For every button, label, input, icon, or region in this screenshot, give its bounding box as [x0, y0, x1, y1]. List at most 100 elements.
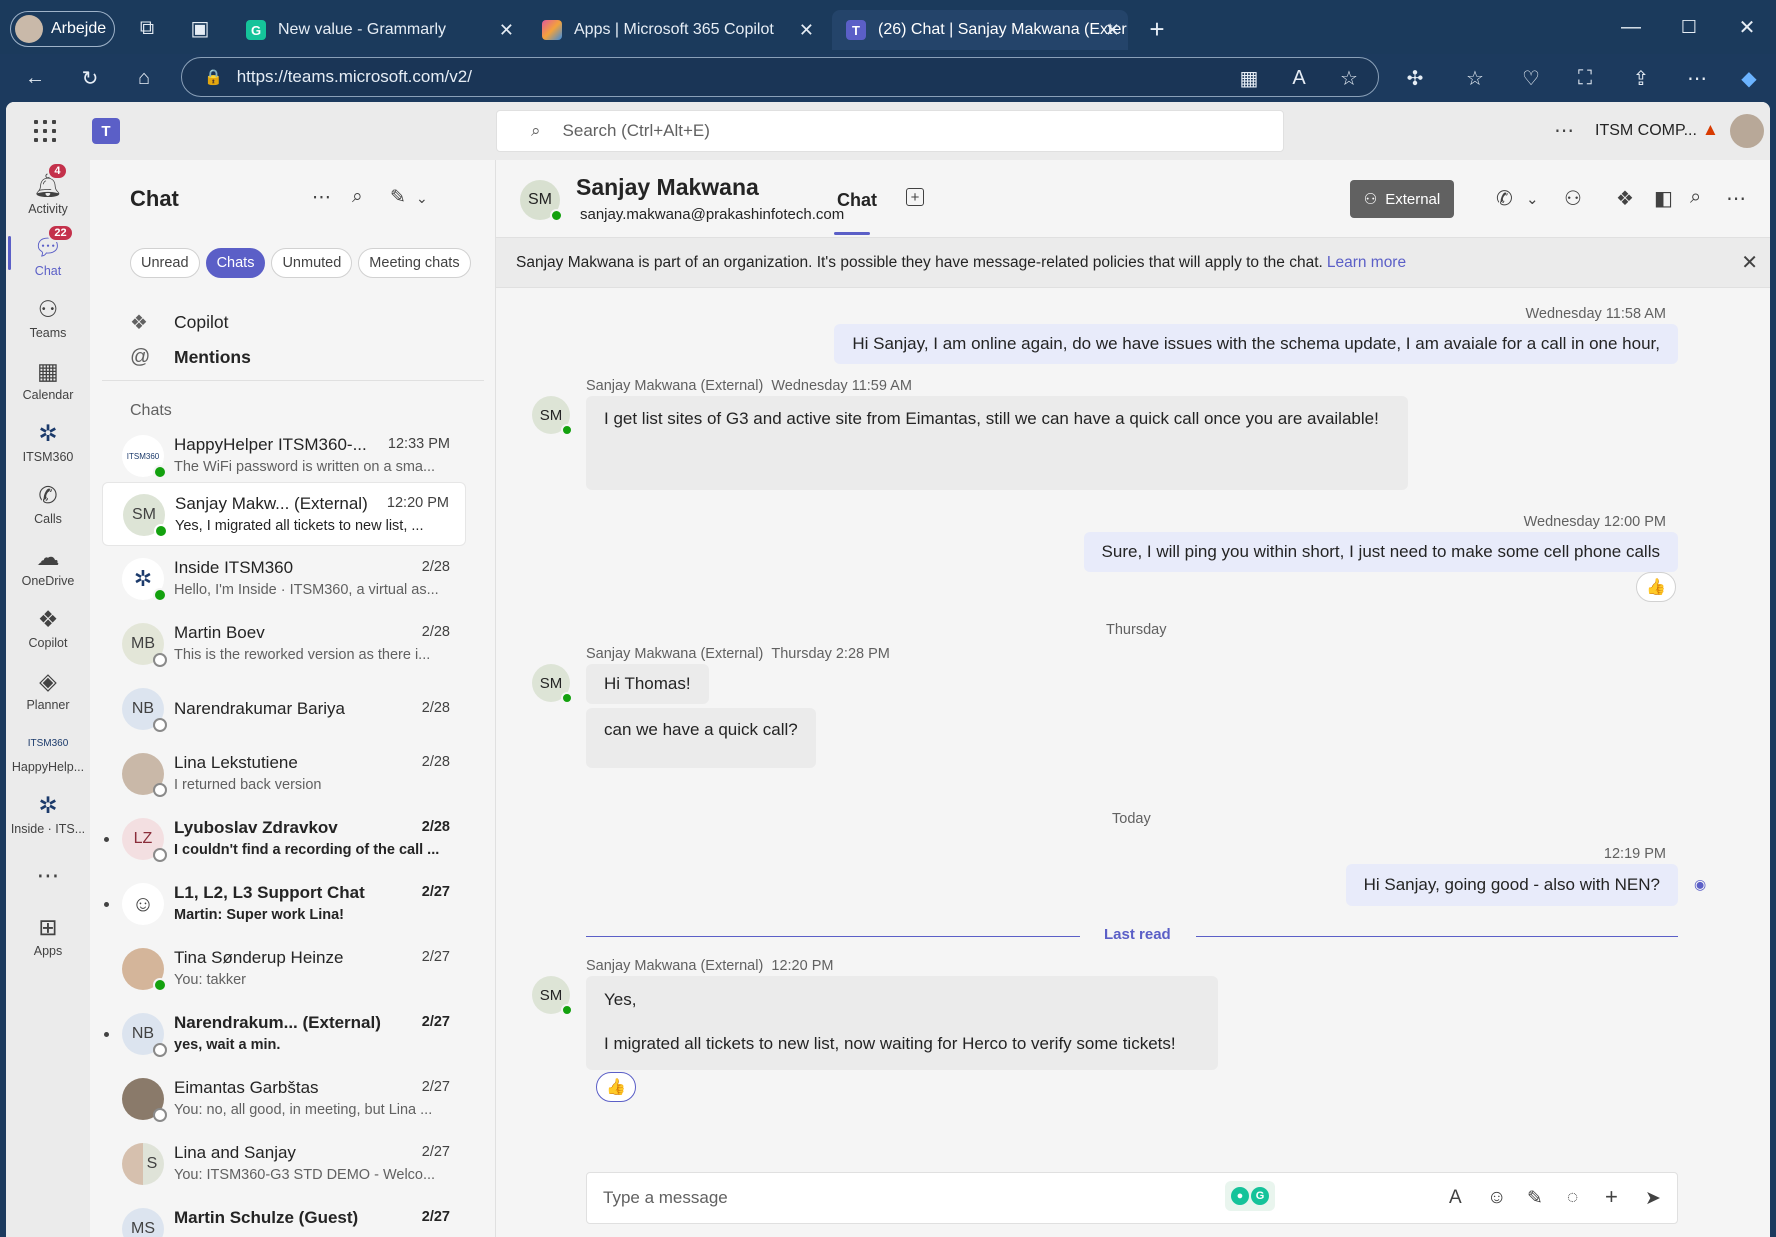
- tab-chat[interactable]: Chat: [837, 190, 877, 211]
- list-item[interactable]: LZ Lyuboslav Zdravkov 2/28 I couldn't fi…: [102, 807, 466, 871]
- message-bubble-received[interactable]: can we have a quick call?: [586, 708, 816, 768]
- list-item[interactable]: ✲ Inside ITSM360 2/28 Hello, I'm Inside …: [102, 547, 466, 611]
- avatar[interactable]: SM: [520, 180, 563, 222]
- close-icon[interactable]: ✕: [1741, 250, 1758, 275]
- tab-actions-icon[interactable]: ▣: [185, 13, 215, 43]
- search-input[interactable]: ⌕ Search (Ctrl+Alt+E): [496, 110, 1284, 152]
- rail-item-happyhelper[interactable]: ITSM360 HappyHelp...: [6, 726, 90, 788]
- thumbs-up-reaction-icon[interactable]: 👍: [596, 1072, 636, 1102]
- new-chat-icon[interactable]: ✎: [390, 186, 406, 209]
- loop-icon[interactable]: ◌: [1567, 1187, 1578, 1209]
- message-composer[interactable]: Type a message ● G A ☺ ✎ ◌ + ➤: [586, 1172, 1678, 1224]
- rail-item-chat[interactable]: 💬︎ 22 Chat: [6, 224, 90, 292]
- settings-more-icon[interactable]: ⋯: [1554, 118, 1574, 143]
- filter-unmuted[interactable]: Unmuted: [271, 248, 353, 278]
- rail-item-apps[interactable]: ⊞ Apps: [6, 910, 90, 972]
- list-item[interactable]: MS Martin Schulze (Guest) 2/27: [102, 1197, 466, 1237]
- message-bubble-sent[interactable]: Hi Sanjay, going good - also with NEN?: [1345, 864, 1678, 906]
- filter-chats[interactable]: Chats: [205, 248, 266, 278]
- pinned-copilot[interactable]: ❖ Copilot: [130, 310, 228, 335]
- thumbs-up-reaction-icon[interactable]: 👍: [1636, 572, 1676, 602]
- browser-profile-button[interactable]: Arbejde: [10, 11, 115, 47]
- tab-teams-chat[interactable]: T (26) Chat | Sanjay Makwana (Exter ✕: [832, 10, 1128, 50]
- rail-item-onedrive[interactable]: ☁︎ OneDrive: [6, 540, 90, 602]
- message-bubble-sent[interactable]: Sure, I will ping you within short, I ju…: [1083, 532, 1678, 572]
- search-icon[interactable]: ⌕: [352, 186, 363, 208]
- rail-item-teams[interactable]: ⚇ Teams: [6, 292, 90, 354]
- list-item[interactable]: S Lina and Sanjay 2/27 You: ITSM360-G3 S…: [102, 1132, 466, 1196]
- filter-meeting-chats[interactable]: Meeting chats: [358, 248, 471, 278]
- close-tab-icon[interactable]: ✕: [1105, 20, 1120, 41]
- chevron-down-icon[interactable]: ⌄: [416, 190, 428, 207]
- maximize-icon[interactable]: ☐: [1674, 12, 1704, 42]
- app-launcher-icon[interactable]: [34, 120, 56, 142]
- rail-item-planner[interactable]: ◈ Planner: [6, 664, 90, 726]
- org-name[interactable]: ITSM COMP...: [1595, 122, 1697, 140]
- search-icon[interactable]: ⌕: [1690, 186, 1701, 209]
- avatar[interactable]: [1730, 114, 1764, 148]
- list-item[interactable]: ITSM360 HappyHelper ITSM360-... 12:33 PM…: [102, 424, 466, 488]
- list-item[interactable]: NB Narendrakum... (External) 2/27 yes, w…: [102, 1002, 466, 1066]
- close-tab-icon[interactable]: ✕: [799, 20, 814, 41]
- more-options-icon[interactable]: ⋯: [1726, 186, 1746, 211]
- list-item[interactable]: MB Martin Boev 2/28 This is the reworked…: [102, 612, 466, 676]
- learn-more-link[interactable]: Learn more: [1327, 254, 1406, 271]
- grammarly-widget-icon[interactable]: ● G: [1225, 1181, 1275, 1211]
- back-icon[interactable]: ←: [20, 63, 50, 93]
- message-bubble-received[interactable]: I get list sites of G3 and active site f…: [586, 396, 1408, 490]
- rail-item-copilot[interactable]: ❖ Copilot: [6, 602, 90, 664]
- message-bubble-sent[interactable]: Hi Sanjay, I am online again, do we have…: [834, 324, 1678, 364]
- message-bubble-received[interactable]: Yes, I migrated all tickets to new list,…: [586, 976, 1218, 1070]
- rail-item-inside-itsm[interactable]: ✲ Inside · ITS...: [6, 788, 90, 850]
- home-icon[interactable]: ⌂: [129, 63, 159, 93]
- chevron-down-icon[interactable]: ⌄: [1526, 190, 1539, 208]
- add-tab-icon[interactable]: +: [906, 188, 924, 206]
- tab-copilot-apps[interactable]: Apps | Microsoft 365 Copilot ✕: [530, 10, 822, 50]
- read-aloud-icon[interactable]: A: [1284, 63, 1314, 93]
- open-pane-icon[interactable]: ◧: [1654, 186, 1673, 211]
- favorite-star-icon[interactable]: ☆: [1334, 63, 1364, 93]
- favorites-icon[interactable]: ☆: [1460, 63, 1490, 93]
- rail-item-calls[interactable]: ✆ Calls: [6, 478, 90, 540]
- tab-grammarly[interactable]: G New value - Grammarly ✕: [232, 10, 522, 50]
- list-item[interactable]: Tina Sønderup Heinze 2/27 You: takker: [102, 937, 466, 1001]
- list-item[interactable]: Eimantas Garbštas 2/27 You: no, all good…: [102, 1067, 466, 1131]
- rail-item-itsm360[interactable]: ✲ ITSM360: [6, 416, 90, 478]
- warning-icon[interactable]: ▲: [1702, 120, 1719, 140]
- copilot-icon[interactable]: ❖: [1616, 186, 1634, 211]
- close-tab-icon[interactable]: ✕: [499, 20, 514, 41]
- rail-item-activity[interactable]: 🔔︎ 4 Activity: [6, 162, 90, 230]
- share-icon[interactable]: ⇪: [1626, 63, 1656, 93]
- filter-unread[interactable]: Unread: [130, 248, 200, 278]
- minimize-icon[interactable]: —: [1616, 12, 1646, 42]
- more-icon[interactable]: ⋯: [1682, 63, 1712, 93]
- extensions-icon[interactable]: ✣: [1400, 63, 1430, 93]
- pinned-mentions[interactable]: @ Mentions: [130, 346, 251, 369]
- new-tab-icon[interactable]: +: [1142, 14, 1172, 44]
- send-icon[interactable]: ➤: [1645, 1187, 1661, 1210]
- list-item[interactable]: NB Narendrakumar Bariya 2/28: [102, 677, 466, 741]
- url-bar[interactable]: 🔒 https://teams.microsoft.com/v2/: [181, 57, 1379, 97]
- screenshot-icon[interactable]: ⛶: [1570, 63, 1600, 93]
- close-window-icon[interactable]: ✕: [1732, 12, 1762, 42]
- list-item[interactable]: Lina Lekstutiene 2/28 I returned back ve…: [102, 742, 466, 806]
- format-icon[interactable]: A: [1449, 1187, 1462, 1209]
- copilot-compose-icon[interactable]: ✎: [1527, 1187, 1543, 1210]
- refresh-icon[interactable]: ↻: [75, 63, 105, 93]
- emoji-icon[interactable]: ☺: [1487, 1187, 1506, 1209]
- rail-item-calendar[interactable]: ▦ Calendar: [6, 354, 90, 416]
- more-options-icon[interactable]: ⋯: [312, 186, 331, 209]
- list-item[interactable]: ☺ L1, L2, L3 Support Chat 2/27 Martin: S…: [102, 872, 466, 936]
- app-available-icon[interactable]: ▦: [1234, 63, 1264, 93]
- external-button[interactable]: ⚇ External: [1350, 180, 1454, 218]
- message-bubble-received[interactable]: Hi Thomas!: [586, 664, 709, 704]
- browser-essentials-icon[interactable]: ♡: [1516, 63, 1546, 93]
- add-attachment-icon[interactable]: +: [1605, 1184, 1618, 1210]
- workspaces-icon[interactable]: ⧉: [132, 13, 162, 43]
- phone-icon[interactable]: ✆: [1496, 186, 1513, 211]
- avatar: [122, 1078, 167, 1122]
- add-people-icon[interactable]: ⚇: [1564, 186, 1582, 211]
- app-available-icon[interactable]: [1224, 4, 1254, 34]
- copilot-sidebar-icon[interactable]: ◆: [1734, 63, 1764, 93]
- list-item[interactable]: SM Sanjay Makw... (External) 12:20 PM Ye…: [102, 482, 466, 546]
